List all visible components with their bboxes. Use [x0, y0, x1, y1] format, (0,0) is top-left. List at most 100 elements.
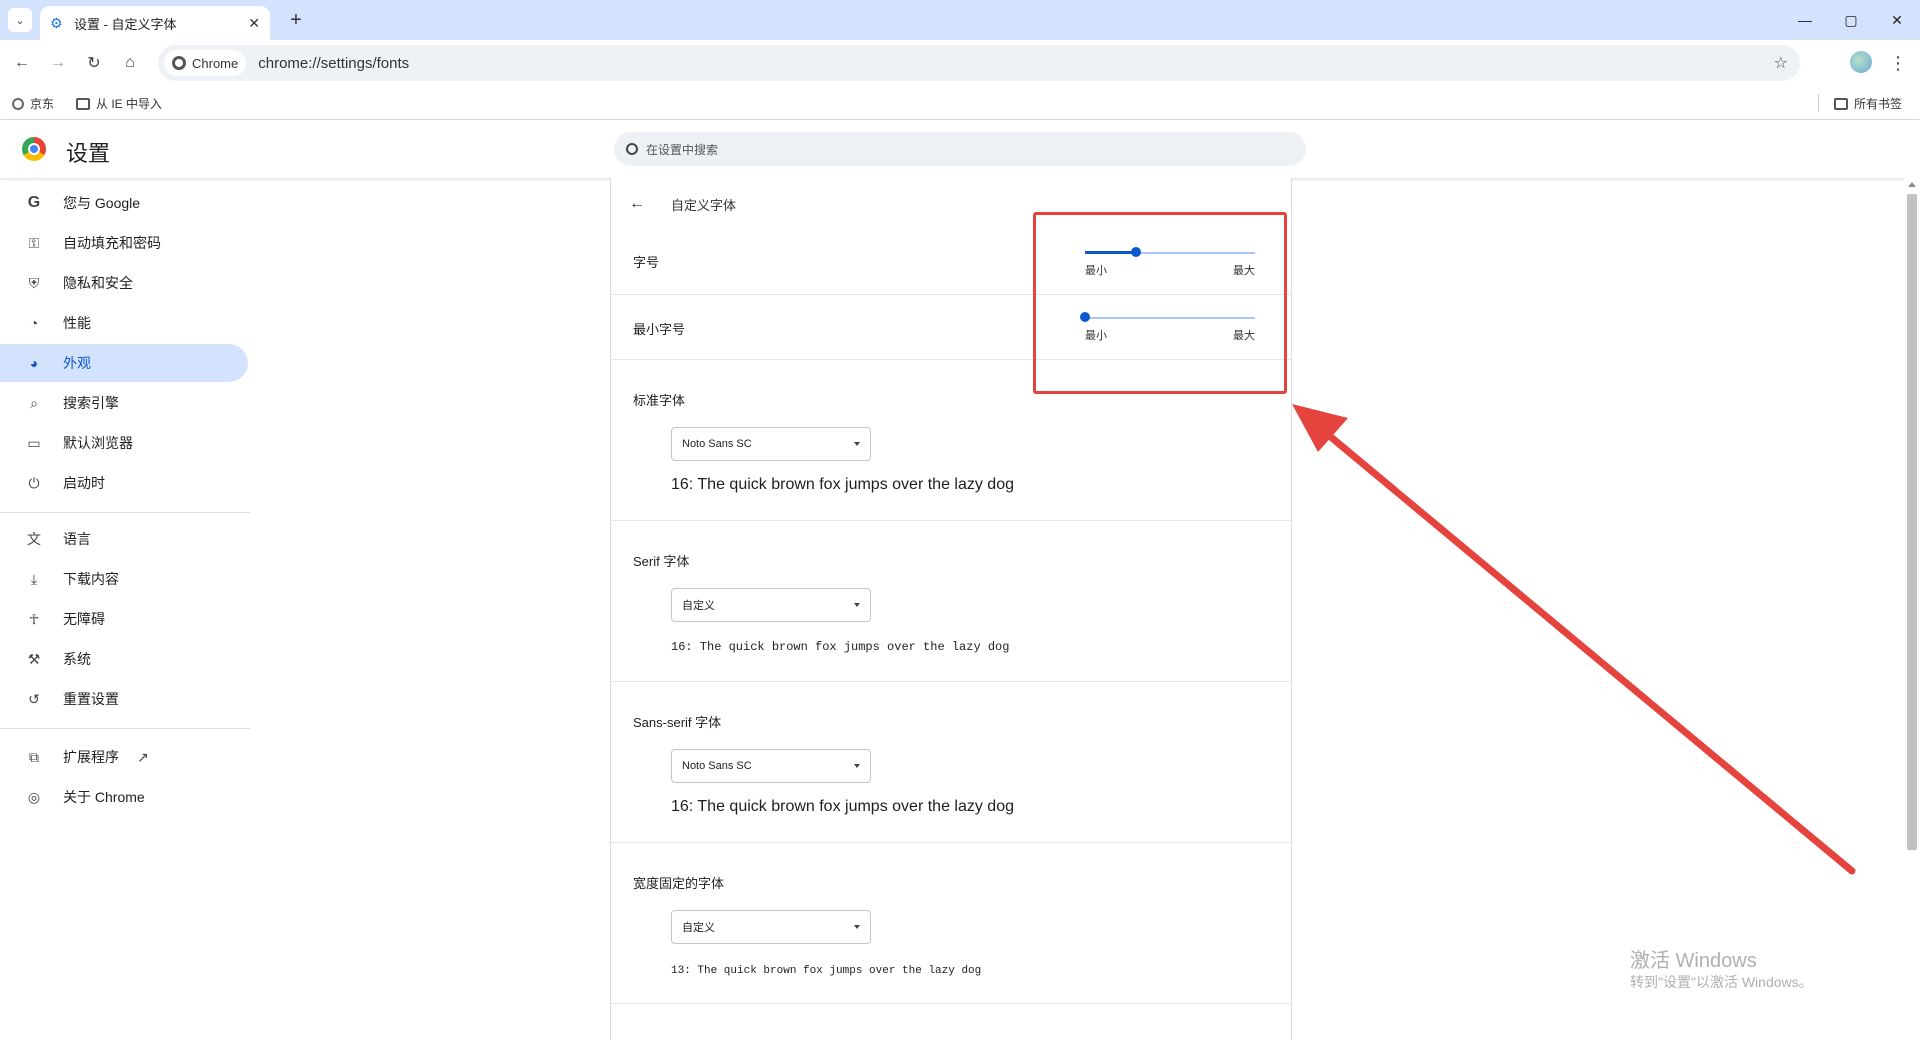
chrome-logo-icon	[22, 137, 46, 161]
gear-icon: ⚙	[50, 15, 63, 31]
close-window-button[interactable]: ✕	[1874, 0, 1920, 40]
sidebar-item-downloads[interactable]: ⤓ 下载内容	[0, 560, 248, 598]
minimize-button[interactable]: —	[1782, 0, 1828, 40]
folder-icon	[1834, 97, 1848, 110]
min-font-size-label: 最小字号	[633, 322, 686, 337]
sans-serif-font-select[interactable]: Noto Sans SC	[671, 749, 871, 783]
title-bar: ⌄ ⚙ 设置 - 自定义字体 ✕ + — ▢ ✕	[0, 0, 1920, 40]
window-controls: — ▢ ✕	[1782, 0, 1920, 40]
sidebar-item-languages[interactable]: 文 语言	[0, 520, 248, 558]
sidebar-item-appearance[interactable]: ◕ 外观	[0, 344, 248, 382]
dropdown-arrow-icon	[854, 764, 860, 768]
sidebar-item-privacy[interactable]: ⛨ 隐私和安全	[0, 264, 248, 302]
scroll-up-arrow-icon[interactable]	[1908, 182, 1916, 187]
standard-font-label: 标准字体	[633, 393, 686, 408]
extension-icon: ⧉	[29, 748, 39, 765]
profile-avatar[interactable]	[1850, 51, 1872, 73]
settings-search-input[interactable]: 在设置中搜索	[614, 132, 1306, 166]
google-icon: G	[27, 194, 41, 211]
sidebar-item-you-and-google[interactable]: G 您与 Google	[0, 184, 248, 222]
scroll-thumb[interactable]	[1907, 194, 1917, 850]
sidebar-item-extensions[interactable]: ⧉ 扩展程序 ↗	[0, 738, 248, 776]
address-bar[interactable]: Chrome chrome://settings/fonts ☆	[158, 45, 1800, 81]
standard-font-sample: 16: The quick brown fox jumps over the l…	[671, 476, 1014, 493]
new-tab-button[interactable]: +	[284, 8, 308, 32]
font-size-label: 字号	[633, 255, 660, 270]
back-button[interactable]: ←	[10, 51, 34, 75]
sidebar-item-search-engine[interactable]: ⌕ 搜索引擎	[0, 384, 248, 422]
all-bookmarks[interactable]: 所有书签	[1834, 95, 1902, 112]
select-value: 自定义	[682, 922, 715, 934]
sidebar-item-label: 启动时	[63, 475, 105, 491]
sidebar-item-accessibility[interactable]: ☥ 无障碍	[0, 600, 248, 638]
fixed-width-font-select[interactable]: 自定义	[671, 910, 871, 944]
reset-icon: ↺	[28, 690, 40, 707]
chrome-icon: ◎	[27, 788, 41, 805]
sidebar-item-label: 您与 Google	[63, 195, 141, 211]
arrow-head	[1292, 404, 1348, 452]
search-icon	[626, 143, 638, 155]
bookmark-jd[interactable]: 京东	[12, 95, 54, 112]
reload-button[interactable]: ↻	[82, 51, 106, 75]
sidebar-item-label: 性能	[63, 315, 91, 331]
tab-search-button[interactable]: ⌄	[8, 8, 32, 32]
page-scrollbar[interactable]	[1904, 178, 1920, 1040]
select-value: Noto Sans SC	[682, 438, 752, 450]
chip-label: Chrome	[192, 55, 239, 71]
bookmark-import-ie[interactable]: 从 IE 中导入	[76, 95, 162, 112]
sidebar-item-about-chrome[interactable]: ◎ 关于 Chrome	[0, 778, 248, 816]
sidebar-item-performance[interactable]: ◔ 性能	[0, 304, 248, 342]
sidebar-item-label: 外观	[63, 355, 91, 371]
bookmark-label: 京东	[30, 97, 55, 111]
serif-font-section: Serif 字体 自定义 16: The quick brown fox jum…	[611, 521, 1293, 682]
select-value: Noto Sans SC	[682, 760, 752, 772]
folder-icon	[76, 97, 90, 110]
sidebar-item-on-startup[interactable]: ⏻ 启动时	[0, 464, 248, 502]
sidebar-item-label: 语言	[63, 531, 91, 547]
standard-font-select[interactable]: Noto Sans SC	[671, 427, 871, 461]
fixed-width-font-section: 宽度固定的字体 自定义 13: The quick brown fox jump…	[611, 843, 1293, 1004]
browser-toolbar: ← → ↻ ⌂ Chrome chrome://settings/fonts ☆…	[0, 40, 1920, 86]
url-text[interactable]: chrome://settings/fonts	[258, 55, 409, 72]
sidebar-item-autofill[interactable]: ⚿ 自动填充和密码	[0, 224, 248, 262]
sidebar-divider	[0, 512, 250, 513]
tab-settings[interactable]: ⚙ 设置 - 自定义字体 ✕	[40, 6, 270, 40]
dropdown-arrow-icon	[854, 925, 860, 929]
chrome-icon	[172, 56, 186, 70]
sidebar-item-system[interactable]: ⚒ 系统	[0, 640, 248, 678]
forward-button[interactable]: →	[46, 51, 70, 75]
bookmarks-bar: 京东 从 IE 中导入 所有书签	[0, 86, 1920, 120]
serif-font-sample: 16: The quick brown fox jumps over the l…	[671, 640, 1010, 654]
back-arrow-icon[interactable]: ←	[629, 195, 645, 213]
activation-watermark-subtitle: 转到"设置"以激活 Windows。	[1630, 974, 1813, 990]
globe-icon	[12, 97, 24, 110]
dropdown-arrow-icon	[854, 603, 860, 607]
bookmark-star-icon[interactable]: ☆	[1774, 53, 1788, 73]
sans-serif-font-sample: 16: The quick brown fox jumps over the l…	[671, 798, 1014, 815]
arrow-shaft	[1316, 424, 1856, 875]
sans-serif-font-section: Sans-serif 字体 Noto Sans SC 16: The quick…	[611, 682, 1293, 843]
chevron-down-icon: ⌄	[15, 14, 25, 27]
translate-icon: 文	[27, 531, 41, 547]
sidebar: G 您与 Google ⚿ 自动填充和密码 ⛨ 隐私和安全 ◔ 性能 ◕ 外观 …	[0, 178, 250, 1040]
home-button[interactable]: ⌂	[118, 51, 142, 75]
annotation-highlight-box	[1033, 212, 1287, 394]
restore-button[interactable]: ▢	[1828, 0, 1874, 40]
sidebar-item-default-browser[interactable]: ▭ 默认浏览器	[0, 424, 248, 462]
close-tab-icon[interactable]: ✕	[248, 15, 260, 32]
sidebar-item-label: 关于 Chrome	[63, 789, 145, 805]
download-icon: ⤓	[30, 570, 38, 587]
fixed-width-font-label: 宽度固定的字体	[633, 876, 725, 891]
palette-icon: ◕	[29, 355, 39, 371]
key-icon: ⚿	[28, 234, 40, 251]
kebab-menu-icon[interactable]: ⋮	[1888, 51, 1908, 75]
sidebar-item-label: 自动填充和密码	[63, 235, 161, 251]
all-bookmarks-label: 所有书签	[1854, 97, 1903, 111]
sidebar-item-reset[interactable]: ↺ 重置设置	[0, 680, 248, 718]
sidebar-divider	[0, 728, 250, 729]
accessibility-icon: ☥	[28, 610, 40, 627]
bookmarks-divider	[1818, 94, 1819, 112]
power-icon: ⏻	[28, 474, 40, 491]
serif-font-select[interactable]: 自定义	[671, 588, 871, 622]
site-info-chip[interactable]: Chrome	[164, 50, 247, 76]
